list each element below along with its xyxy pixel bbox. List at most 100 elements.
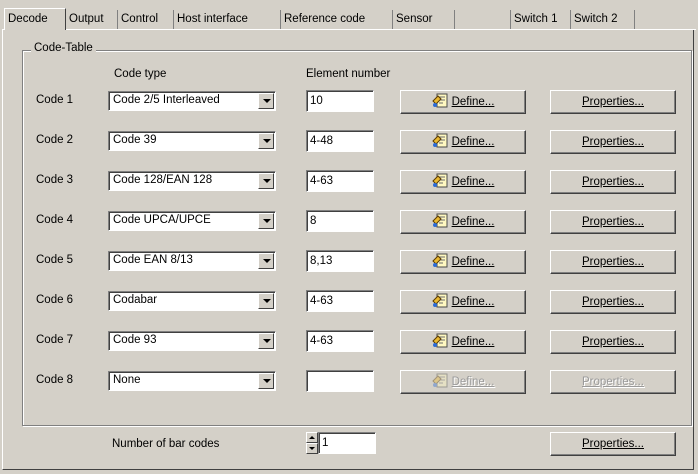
tab-output[interactable]: Output [66,10,118,29]
row-label: Code 8 [36,374,74,386]
properties-label: Properties... [582,256,644,268]
code-type-select[interactable]: None [108,371,276,391]
define-code-icon [431,373,449,388]
properties-label: Properties... [582,176,644,188]
code-type-select[interactable]: Code 128/EAN 128 [108,171,276,191]
tab-strip: Decode Output Control Host interface Ref… [4,8,694,30]
chevron-down-icon[interactable] [258,93,274,109]
element-number-input[interactable] [306,370,374,392]
chevron-down-icon[interactable] [258,373,274,389]
tab-sensor[interactable]: Sensor [393,10,455,29]
element-number-input[interactable] [306,130,374,152]
properties-button[interactable]: Properties... [550,170,676,194]
define-code-icon [431,133,449,148]
define-button[interactable]: Define... [400,170,526,194]
define-label: Define... [451,96,495,108]
properties-label: Properties... [582,96,644,108]
tab-unnamed[interactable] [455,10,511,29]
properties-button[interactable]: Properties... [550,250,676,274]
footer-properties-label: Properties... [582,438,644,450]
define-button[interactable]: Define... [400,90,526,114]
define-button[interactable]: Define... [400,290,526,314]
footer-properties-button[interactable]: Properties... [550,432,676,456]
chevron-down-icon[interactable] [258,213,274,229]
define-label: Define... [451,296,495,308]
properties-label: Properties... [582,376,644,388]
define-code-icon [431,253,449,268]
code-type-value: Code 39 [113,134,157,146]
tab-control[interactable]: Control [118,10,174,29]
define-button[interactable]: Define... [400,370,526,394]
properties-button[interactable]: Properties... [550,90,676,114]
define-code-icon [431,173,449,188]
define-button[interactable]: Define... [400,130,526,154]
tab-switch-2[interactable]: Switch 2 [571,10,635,29]
properties-label: Properties... [582,296,644,308]
chevron-down-icon[interactable] [258,333,274,349]
element-number-input[interactable] [306,170,374,192]
define-code-icon [431,213,449,228]
tab-reference-code[interactable]: Reference code [281,10,393,29]
element-number-input[interactable] [306,210,374,232]
chevron-down-icon[interactable] [258,173,274,189]
define-label: Define... [451,136,495,148]
tab-decode[interactable]: Decode [4,8,66,30]
code-type-header: Code type [114,68,167,80]
bar-codes-label: Number of bar codes [112,438,220,450]
chevron-down-icon[interactable] [258,253,274,269]
define-code-icon [431,93,449,108]
code-type-select[interactable]: Code 2/5 Interleaved [108,91,276,111]
properties-button[interactable]: Properties... [550,330,676,354]
define-label: Define... [451,376,495,388]
properties-label: Properties... [582,336,644,348]
code-type-value: Code UPCA/UPCE [113,214,211,226]
define-label: Define... [451,176,495,188]
code-type-select[interactable]: Codabar [108,291,276,311]
define-label: Define... [451,256,495,268]
define-label: Define... [451,336,495,348]
code-type-select[interactable]: Code 93 [108,331,276,351]
properties-button[interactable]: Properties... [550,210,676,234]
element-number-input[interactable] [306,90,374,112]
row-label: Code 4 [36,214,74,226]
define-button[interactable]: Define... [400,210,526,234]
code-table-title: Code-Table [31,42,96,54]
bar-codes-input[interactable] [318,432,376,454]
tab-host-interface[interactable]: Host interface [174,10,281,29]
properties-label: Properties... [582,136,644,148]
row-label: Code 1 [36,94,74,106]
element-number-input[interactable] [306,290,374,312]
define-label: Define... [451,216,495,228]
define-code-icon [431,293,449,308]
code-type-select[interactable]: Code 39 [108,131,276,151]
element-number-header: Element number [306,68,391,80]
element-number-input[interactable] [306,330,374,352]
define-button[interactable]: Define... [400,250,526,274]
code-type-select[interactable]: Code EAN 8/13 [108,251,276,271]
define-code-icon [431,333,449,348]
row-label: Code 2 [36,134,74,146]
code-type-value: Codabar [113,294,158,306]
chevron-down-icon[interactable] [258,293,274,309]
properties-button[interactable]: Properties... [550,370,676,394]
properties-button[interactable]: Properties... [550,130,676,154]
bar-codes-spinner[interactable] [306,432,318,454]
properties-label: Properties... [582,216,644,228]
properties-button[interactable]: Properties... [550,290,676,314]
code-type-value: Code 2/5 Interleaved [113,94,220,106]
row-label: Code 7 [36,334,74,346]
spin-down-arrow-icon[interactable] [306,443,318,454]
define-button[interactable]: Define... [400,330,526,354]
row-label: Code 6 [36,294,74,306]
code-type-value: None [113,374,141,386]
code-type-value: Code 93 [113,334,157,346]
spin-up-arrow-icon[interactable] [306,432,318,443]
code-type-value: Code EAN 8/13 [113,254,193,266]
tab-switch-1[interactable]: Switch 1 [511,10,571,29]
row-label: Code 5 [36,254,74,266]
chevron-down-icon[interactable] [258,133,274,149]
row-label: Code 3 [36,174,74,186]
code-type-value: Code 128/EAN 128 [113,174,213,186]
code-type-select[interactable]: Code UPCA/UPCE [108,211,276,231]
element-number-input[interactable] [306,250,374,272]
